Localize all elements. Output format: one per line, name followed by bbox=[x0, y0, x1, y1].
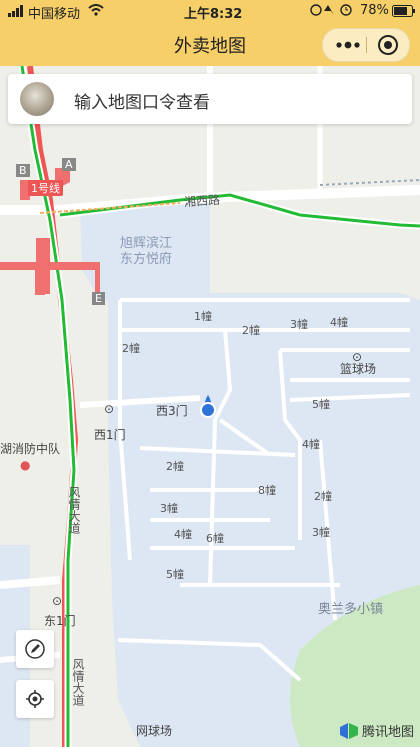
gate-icon-west3: ⊙ bbox=[104, 402, 115, 416]
community-label-line2: 东方悦府 bbox=[120, 252, 173, 267]
command-search-bar[interactable]: 输入地图口令查看 bbox=[8, 74, 412, 124]
building-label: 2幢 bbox=[242, 324, 260, 337]
edit-button[interactable] bbox=[16, 630, 54, 668]
building-label: 4幢 bbox=[330, 316, 348, 329]
battery-percent: 78% bbox=[360, 3, 389, 18]
more-dots-icon[interactable] bbox=[333, 37, 363, 53]
town-label: 奥兰多小镇 bbox=[318, 602, 384, 617]
carrier-name: 中国移动 bbox=[28, 7, 81, 22]
locate-button[interactable] bbox=[16, 680, 54, 718]
gate-east1[interactable]: 东1门 bbox=[44, 612, 76, 629]
capsule-divider bbox=[366, 37, 367, 53]
gate-icon-east1: ⊙ bbox=[52, 594, 63, 608]
metro-exit-e[interactable]: E bbox=[92, 292, 105, 305]
building-label: 6幢 bbox=[206, 532, 224, 545]
pencil-icon bbox=[25, 639, 45, 659]
gate-west3[interactable]: 西3门 bbox=[156, 402, 188, 419]
building-label: 2幢 bbox=[166, 460, 184, 473]
status-icons bbox=[310, 3, 354, 21]
building-label: 4幢 bbox=[302, 438, 320, 451]
building-label: 8幢 bbox=[258, 484, 276, 497]
building-label: 3幢 bbox=[312, 526, 330, 539]
map-view[interactable]: 1号线 A B E 湘西路 风情大道 风情大道 旭辉滨江 东方悦府 ⊙ 西3门 … bbox=[0, 66, 420, 747]
metro-exit-b[interactable]: B bbox=[16, 164, 30, 177]
building-label: 2幢 bbox=[122, 342, 140, 355]
fire-station-pin-icon: ● bbox=[20, 458, 31, 472]
road-label-fengqing-2: 风情大道 bbox=[71, 658, 85, 706]
road-label-fengqing-1: 风情大道 bbox=[67, 486, 81, 534]
status-time: 上午8:32 bbox=[184, 7, 243, 22]
provider-name: 腾讯地图 bbox=[361, 725, 414, 740]
status-bar: 中国移动 上午8:32 78% bbox=[0, 0, 420, 22]
tennis-court[interactable]: 网球场 bbox=[136, 722, 172, 739]
signal-icon bbox=[8, 3, 26, 18]
locate-icon bbox=[26, 690, 44, 708]
search-prompt[interactable]: 输入地图口令查看 bbox=[74, 88, 210, 113]
building-label: 3幢 bbox=[290, 318, 308, 331]
navigation-bar: 外卖地图 bbox=[0, 22, 420, 66]
basketball-court[interactable]: 篮球场 bbox=[340, 360, 376, 377]
road-label-xiangxi: 湘西路 bbox=[183, 192, 221, 210]
building-label: 2幢 bbox=[314, 490, 332, 503]
building-label: 5幢 bbox=[166, 568, 184, 581]
avatar[interactable] bbox=[20, 82, 54, 116]
metro-line-badge: 1号线 bbox=[28, 180, 63, 196]
tencent-map-icon bbox=[339, 723, 358, 739]
wifi-icon bbox=[88, 4, 104, 20]
building-label: 5幢 bbox=[312, 398, 330, 411]
gate-west1[interactable]: 西1门 bbox=[94, 426, 126, 443]
building-label: 4幢 bbox=[174, 528, 192, 541]
battery-icon bbox=[392, 5, 416, 21]
provider-watermark: 腾讯地图 bbox=[339, 721, 414, 741]
building-label: 1幢 bbox=[194, 310, 212, 323]
building-label: 3幢 bbox=[160, 502, 178, 515]
target-icon[interactable] bbox=[377, 34, 399, 56]
fire-station-label[interactable]: 湖消防中队 bbox=[0, 440, 60, 457]
metro-exit-a[interactable]: A bbox=[62, 158, 76, 171]
mini-program-capsule bbox=[322, 28, 410, 62]
